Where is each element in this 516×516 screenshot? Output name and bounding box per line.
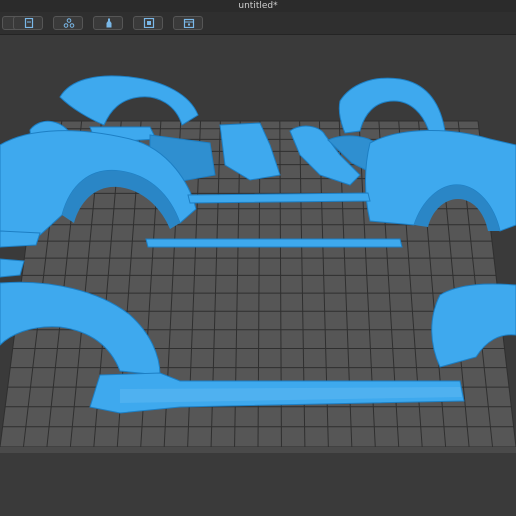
view-button[interactable] [133,16,163,30]
side-strip-part-upper[interactable] [187,192,371,204]
bottle-icon [106,18,112,28]
3d-viewport[interactable] [0,35,516,516]
nodes-icon [63,18,75,28]
toolbar [0,12,516,35]
scene-canvas[interactable] [0,35,516,516]
side-strip-part-middle[interactable] [145,238,403,248]
square-frame-icon [143,18,155,28]
calendar-icon [183,18,195,28]
fender-part-top-left[interactable] [59,75,199,126]
support-button[interactable] [93,16,123,30]
window-title: untitled* [238,1,278,11]
document-icon [24,18,34,28]
bracket-part-left[interactable] [0,230,41,248]
clip-part-left[interactable] [0,258,25,278]
build-plate-edge [0,447,516,453]
schedule-button[interactable] [173,16,203,30]
objects-button[interactable] [53,16,83,30]
new-file-button[interactable] [13,16,43,30]
